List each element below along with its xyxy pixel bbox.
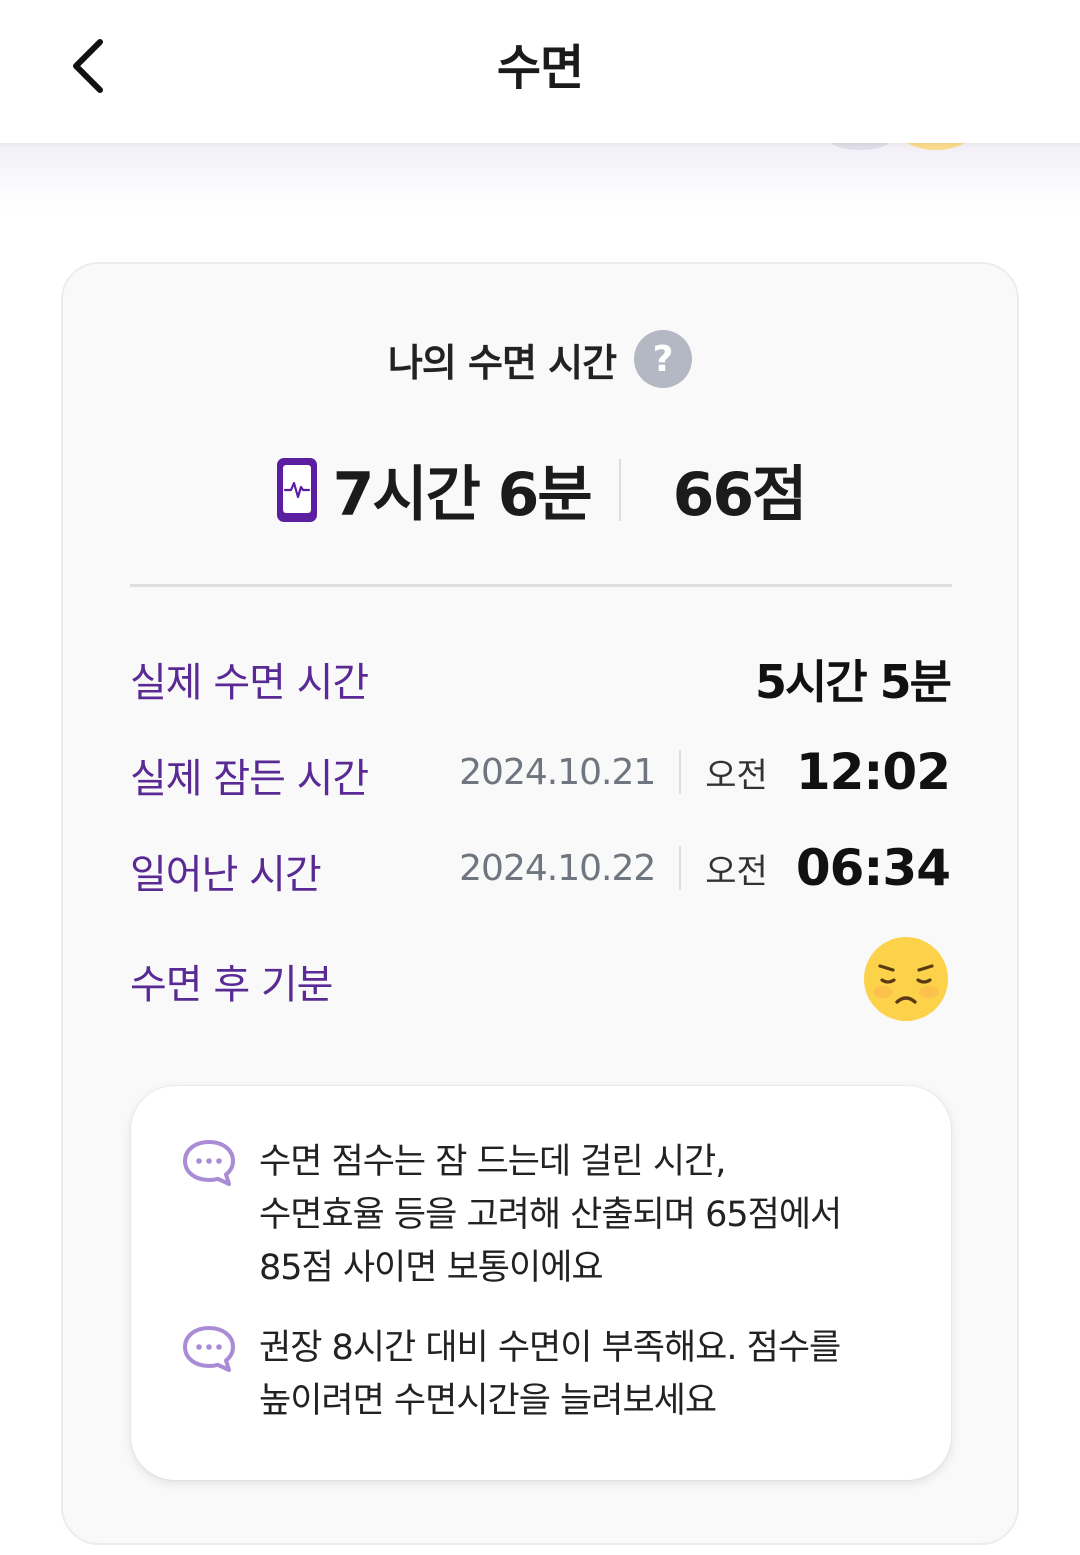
row-divider: [679, 750, 682, 794]
sleep-summary-card: 나의 수면 시간 ? 7시간 6분 66점 실제 수면 시간 5시간 5분 실제…: [61, 262, 1019, 1545]
page-title: 수면: [496, 40, 584, 96]
top-bar: 수면: [0, 0, 1080, 143]
total-sleep-duration: 7시간 6분: [332, 460, 593, 530]
woke-up-row: 2024.10.22 오전 06:34: [459, 839, 951, 897]
summary-divider: [618, 458, 621, 521]
sleep-score: 66점: [672, 460, 808, 530]
tip-text: 권장 8시간 대비 수면이 부족해요. 점수를 높이려면 수면시간을 늘려보세요: [259, 1328, 841, 1421]
phone-tracker-icon: [276, 457, 317, 522]
help-icon[interactable]: ?: [634, 330, 693, 388]
woke-up-ampm: 오전: [705, 851, 768, 892]
tip-item: 수면 점수는 잠 드는데 걸린 시간, 수면효율 등을 고려해 산출되며 65점…: [181, 1136, 901, 1295]
row-divider: [679, 846, 682, 890]
actual-sleep-row: 5시간 5분: [755, 646, 952, 712]
sad-face-icon: [864, 937, 948, 1021]
sleep-page: 수면 나의 수면 시간 ? 7시간 6분 66점 실제 수면 시간 5시간 5분: [0, 0, 1080, 1555]
actual-sleep-label: 실제 수면 시간: [130, 660, 369, 706]
actual-sleep-value: 5시간 5분: [755, 655, 952, 709]
chat-bubble-icon: [183, 1326, 235, 1372]
fell-asleep-time: 12:02: [795, 743, 951, 801]
fell-asleep-row: 2024.10.21 오전 12:02: [459, 743, 951, 801]
card-header: 나의 수면 시간 ?: [63, 330, 1017, 388]
fell-asleep-ampm: 오전: [705, 755, 768, 796]
fell-asleep-label: 실제 잠든 시간: [130, 756, 369, 802]
mood-label: 수면 후 기분: [130, 962, 333, 1008]
card-divider: [130, 584, 952, 587]
tip-text: 수면 점수는 잠 드는데 걸린 시간, 수면효율 등을 고려해 산출되며 65점…: [259, 1142, 842, 1288]
tip-item: 권장 8시간 대비 수면이 부족해요. 점수를 높이려면 수면시간을 늘려보세요: [181, 1322, 901, 1428]
card-title: 나의 수면 시간: [387, 340, 617, 385]
woke-up-date: 2024.10.22: [459, 847, 656, 889]
header-shadow: [0, 143, 1080, 213]
chat-bubble-icon: [183, 1140, 235, 1186]
sleep-summary: 7시간 6분 66점: [63, 446, 1017, 533]
sleep-tips-box: 수면 점수는 잠 드는데 걸린 시간, 수면효율 등을 고려해 산출되며 65점…: [131, 1086, 951, 1480]
woke-up-label: 일어난 시간: [130, 852, 322, 898]
woke-up-time: 06:34: [795, 839, 951, 897]
fell-asleep-date: 2024.10.21: [459, 751, 656, 793]
